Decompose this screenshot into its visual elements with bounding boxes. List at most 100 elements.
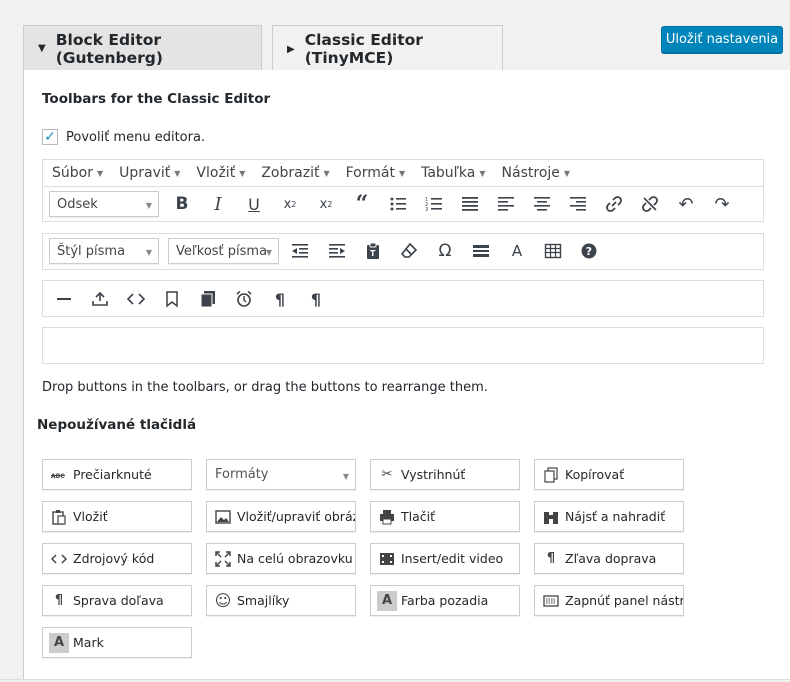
subscript-icon[interactable]: x2 — [278, 192, 302, 216]
special-character-icon[interactable]: Ω — [433, 239, 457, 263]
undo-icon[interactable]: ↶ — [674, 192, 698, 216]
font-size-select[interactable]: Veľkosť písma ▼ — [168, 238, 279, 264]
unused-button-find-replace[interactable]: Nájsť a nahradiť — [534, 501, 684, 532]
clear-formatting-icon[interactable] — [397, 239, 421, 263]
unused-button-label: Vložiť/upraviť obráz... — [237, 509, 355, 524]
indent-icon[interactable] — [325, 239, 349, 263]
unused-button-formats[interactable]: Formáty ▼ — [206, 459, 356, 490]
unused-button-emoticons[interactable]: ☺ Smajlíky — [206, 585, 356, 616]
editor-toolbar-3: ¶ ¶ — [42, 280, 764, 317]
caret-down-icon: ▼ — [145, 201, 152, 210]
menu-edit[interactable]: Upraviť ▼ — [119, 165, 180, 181]
caret-down-icon: ▼ — [563, 168, 571, 178]
font-family-select[interactable]: Štýl písma ▼ — [49, 238, 159, 264]
strikethrough-icon: ABC — [49, 465, 69, 485]
unused-button-label: Prečiarknuté — [73, 467, 152, 482]
unused-button-rtl[interactable]: ¶ Sprava doľava — [42, 585, 192, 616]
menu-label: Formát — [345, 165, 395, 181]
horizontal-rule-icon[interactable] — [52, 287, 76, 311]
unused-button-label: Insert/edit video — [401, 551, 504, 566]
menu-view[interactable]: Zobraziť ▼ — [261, 165, 329, 181]
unused-button-strikethrough[interactable]: ABC Prečiarknuté — [42, 459, 192, 490]
unused-button-paste[interactable]: Vložiť — [42, 501, 192, 532]
italic-icon[interactable]: I — [206, 192, 230, 216]
paragraph-format-select[interactable]: Odsek ▼ — [49, 191, 159, 217]
unused-button-image[interactable]: Vložiť/upraviť obráz... — [206, 501, 356, 532]
unused-button-cut[interactable]: ✂ Vystrihnúť — [370, 459, 520, 490]
menu-file[interactable]: Súbor ▼ — [52, 165, 103, 181]
alarm-icon[interactable] — [232, 287, 256, 311]
align-justify-icon[interactable] — [458, 192, 482, 216]
unused-button-ltr[interactable]: ¶ Zľava doprava — [534, 543, 684, 574]
editor-toolbar-1: Odsek ▼ B I U x2 x2 “ 123 ↶ ↷ — [42, 186, 764, 222]
paste-icon — [49, 507, 69, 527]
horizontal-line-icon[interactable] — [469, 239, 493, 263]
enable-menu-row: ✓ Povoliť menu editora. — [42, 129, 205, 145]
text-color-icon[interactable]: A — [505, 239, 529, 263]
align-right-icon[interactable] — [566, 192, 590, 216]
menu-table[interactable]: Tabuľka ▼ — [421, 165, 485, 181]
copy-icon[interactable] — [196, 287, 220, 311]
unused-button-label: Formáty — [215, 467, 269, 482]
unlink-icon[interactable] — [638, 192, 662, 216]
unused-button-print[interactable]: Tlačiť — [370, 501, 520, 532]
tab-block-editor[interactable]: ▼ Block Editor (Gutenberg) — [23, 25, 262, 71]
background-color-icon: A — [377, 590, 397, 611]
unused-button-video[interactable]: Insert/edit video — [370, 543, 520, 574]
unused-button-label: Sprava doľava — [73, 593, 164, 608]
code-icon[interactable] — [124, 287, 148, 311]
underline-icon[interactable]: U — [242, 192, 266, 216]
menu-label: Vložiť — [196, 165, 236, 181]
menu-label: Nástroje — [501, 165, 560, 181]
unused-button-toolbar-toggle[interactable]: Zapnúť panel nástro... — [534, 585, 684, 616]
help-icon[interactable]: ? — [577, 239, 601, 263]
editor-toolbar-2: Štýl písma ▼ Veľkosť písma ▼ T Ω A ? — [42, 233, 764, 270]
editor-toolbar-4-empty[interactable] — [42, 327, 764, 364]
superscript-icon[interactable]: x2 — [314, 192, 338, 216]
image-icon — [213, 507, 233, 527]
paragraph-alt-icon[interactable]: ¶ — [304, 287, 328, 311]
svg-text:ABC: ABC — [51, 473, 65, 480]
rtl-icon: ¶ — [54, 593, 64, 608]
enable-menu-checkbox[interactable]: ✓ — [42, 129, 58, 145]
copy-icon — [541, 465, 561, 485]
bullet-list-icon[interactable] — [386, 192, 410, 216]
unused-button-source-code[interactable]: Zdrojový kód — [42, 543, 192, 574]
svg-text:T: T — [370, 249, 376, 258]
insert-icon[interactable] — [88, 287, 112, 311]
caret-down-icon: ▼ — [323, 168, 330, 178]
ltr-icon: ¶ — [546, 551, 556, 566]
select-value: Veľkosť písma — [176, 243, 268, 259]
tab-classic-editor[interactable]: ▶ Classic Editor (TinyMCE) — [272, 25, 503, 72]
redo-icon[interactable]: ↷ — [710, 192, 734, 216]
bookmark-icon[interactable] — [160, 287, 184, 311]
paste-text-icon[interactable]: T — [361, 239, 385, 263]
align-left-icon[interactable] — [494, 192, 518, 216]
caret-down-icon: ▼ — [342, 472, 349, 481]
menu-insert[interactable]: Vložiť ▼ — [196, 165, 245, 181]
unused-button-label: Tlačiť — [401, 509, 436, 524]
unused-button-fullscreen[interactable]: Na celú obrazovku — [206, 543, 356, 574]
unused-button-background-color[interactable]: A Farba pozadia — [370, 585, 520, 616]
menu-format[interactable]: Formát ▼ — [346, 165, 406, 181]
menu-tools[interactable]: Nástroje ▼ — [502, 165, 571, 181]
editor-menubar: Súbor ▼ Upraviť ▼ Vložiť ▼ Zobraziť ▼ Formát… — [42, 159, 764, 186]
unused-button-label: Na celú obrazovku — [237, 551, 353, 566]
outdent-icon[interactable] — [288, 239, 312, 263]
blockquote-icon[interactable]: “ — [350, 191, 374, 217]
paragraph-icon[interactable]: ¶ — [268, 287, 292, 311]
unused-button-mark[interactable]: A Mark — [42, 627, 192, 658]
toolbar-toggle-icon — [541, 591, 561, 611]
unused-button-label: Zdrojový kód — [73, 551, 155, 566]
caret-down-icon: ▼ — [398, 168, 406, 178]
unused-button-copy[interactable]: Kopírovať — [534, 459, 684, 490]
binoculars-icon — [541, 507, 561, 527]
numbered-list-icon[interactable]: 123 — [422, 192, 446, 216]
link-icon[interactable] — [602, 192, 626, 216]
unused-button-label: Farba pozadia — [401, 593, 489, 608]
align-center-icon[interactable] — [530, 192, 554, 216]
table-icon[interactable] — [541, 239, 565, 263]
bold-icon[interactable]: B — [170, 192, 194, 216]
save-settings-button[interactable]: Uložiť nastavenia — [661, 26, 783, 53]
unused-button-label: Mark — [73, 635, 104, 650]
